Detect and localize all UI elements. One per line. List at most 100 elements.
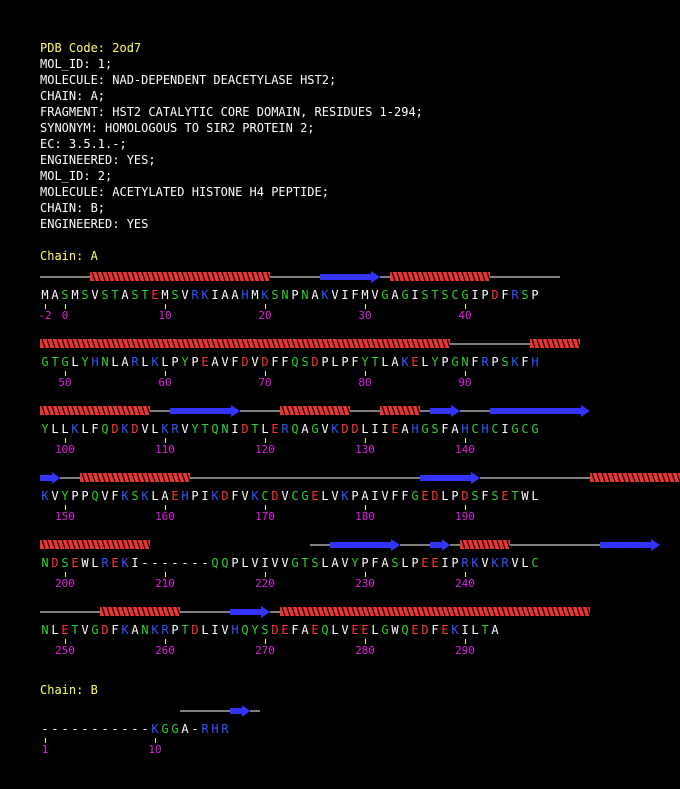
residue: E: [311, 623, 319, 637]
residue: L: [241, 556, 249, 570]
residue-number: -2: [38, 309, 52, 322]
residue: G: [531, 422, 539, 436]
secondary-structure-track: [40, 338, 581, 349]
residue-number: 140: [455, 443, 475, 456]
residue: E: [361, 623, 369, 637]
residue-number: 150: [55, 510, 75, 523]
residue: T: [71, 623, 79, 637]
residue: D: [131, 422, 139, 436]
residue: A: [301, 422, 309, 436]
residue: G: [41, 355, 49, 369]
residue: H: [91, 355, 99, 369]
residue: -: [201, 556, 209, 570]
residue: -: [101, 722, 109, 736]
residue: N: [301, 288, 309, 302]
helix-mark: [590, 472, 680, 483]
residue: S: [501, 355, 509, 369]
residue: P: [441, 355, 449, 369]
residue: N: [141, 623, 149, 637]
residue: S: [491, 489, 499, 503]
residue: P: [171, 355, 179, 369]
residue: N: [221, 422, 229, 436]
residue: A: [311, 288, 319, 302]
residue: E: [151, 288, 159, 302]
header-line: MOLECULE: NAD-DEPENDENT DEACETYLASE HST2…: [40, 73, 337, 87]
residue: L: [51, 422, 59, 436]
residue: -: [191, 722, 199, 736]
residue: -: [131, 722, 139, 736]
strand-arrow: [320, 271, 380, 283]
residue-number: 120: [255, 443, 275, 456]
secondary-structure-track: [180, 705, 260, 717]
residue: A: [51, 288, 59, 302]
residue: Q: [101, 422, 109, 436]
pdb-header: PDB Code: 2od7 MOL_ID: 1; MOLECULE: NAD-…: [40, 40, 423, 232]
helix-mark: [40, 539, 151, 550]
residue: I: [341, 288, 349, 302]
residue: S: [81, 288, 89, 302]
residue: T: [511, 489, 519, 503]
residue: V: [251, 355, 259, 369]
residue: K: [471, 556, 479, 570]
residue: R: [201, 722, 209, 736]
residue: P: [171, 623, 179, 637]
chain-b-block-1: - - - - - - - - - - - K G G A - R H R 1 10: [40, 702, 640, 758]
residue: V: [511, 556, 519, 570]
residue: L: [161, 355, 169, 369]
chain-b-label: Chain: B: [40, 683, 98, 697]
residue: F: [401, 489, 409, 503]
residue: H: [211, 722, 219, 736]
residue: A: [181, 722, 189, 736]
residue: V: [341, 623, 349, 637]
residue: E: [71, 556, 79, 570]
residue: -: [71, 722, 79, 736]
residue: P: [321, 355, 329, 369]
residue: K: [261, 288, 269, 302]
residue: A: [391, 288, 399, 302]
residue: L: [321, 556, 329, 570]
residue: I: [501, 422, 509, 436]
residue: L: [111, 355, 119, 369]
sequence-row: NDSEWLREKI-------QQPLVIVVGTSLAVYPFASLPEE…: [40, 555, 540, 571]
residue: R: [161, 623, 169, 637]
residue-number: 270: [255, 644, 275, 657]
residue: F: [281, 355, 289, 369]
residue: G: [421, 422, 429, 436]
strand-arrow: [40, 472, 60, 484]
residue: G: [161, 722, 169, 736]
helix-mark: [40, 405, 151, 416]
residue: T: [481, 623, 489, 637]
residue: T: [141, 288, 149, 302]
header-line: FRAGMENT: HST2 CATALYTIC CORE DOMAIN, RE…: [40, 105, 423, 119]
residue: D: [191, 623, 199, 637]
residue-number: 280: [355, 644, 375, 657]
helix-mark: [390, 271, 491, 282]
residue: I: [471, 288, 479, 302]
residue: P: [451, 556, 459, 570]
residue: V: [181, 288, 189, 302]
residue: L: [361, 422, 369, 436]
residue: D: [421, 623, 429, 637]
secondary-structure-track: [40, 271, 560, 283]
residue: V: [221, 355, 229, 369]
residue-number: 200: [55, 577, 75, 590]
residue: G: [171, 722, 179, 736]
helix-mark: [40, 338, 451, 349]
residue: V: [331, 489, 339, 503]
header-line: CHAIN: A;: [40, 89, 106, 103]
residue: C: [451, 288, 459, 302]
residue: S: [61, 556, 69, 570]
residue: P: [411, 556, 419, 570]
strand-arrow: [430, 405, 460, 417]
residue-number: 10: [158, 309, 172, 322]
residue: L: [321, 489, 329, 503]
residue: S: [131, 489, 139, 503]
residue: G: [381, 288, 389, 302]
secondary-structure-track: [40, 539, 660, 551]
residue: V: [81, 623, 89, 637]
residue: V: [101, 489, 109, 503]
residue: T: [251, 422, 259, 436]
residue-number: 210: [155, 577, 175, 590]
residue: F: [91, 422, 99, 436]
helix-mark: [460, 539, 511, 550]
